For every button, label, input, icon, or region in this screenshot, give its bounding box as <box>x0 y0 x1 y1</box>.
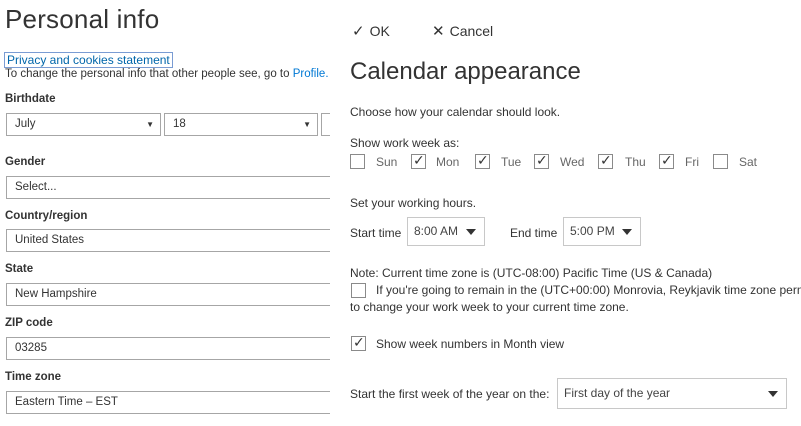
day-checkbox-thu[interactable]: ✓ <box>598 152 613 169</box>
day-checkbox-tue[interactable]: ✓ <box>475 152 490 169</box>
working-hours-label: Set your working hours. <box>350 196 477 210</box>
day-label-fri: Fri <box>685 155 699 169</box>
ok-button[interactable]: ✓ OK <box>352 22 390 40</box>
profile-link[interactable]: Profile. <box>293 68 329 80</box>
calendar-appearance-panel: ✓ OK ✕ Cancel Calendar appearance Choose h… <box>330 0 801 426</box>
chevron-down-icon <box>466 229 476 235</box>
privacy-link[interactable]: Privacy and cookies statement <box>4 52 173 68</box>
start-time-dropdown[interactable]: 8:00 AM <box>407 217 485 246</box>
timezone-value: Eastern Time – EST <box>15 396 118 408</box>
gender-label: Gender <box>5 156 46 168</box>
day-checkbox-wed[interactable]: ✓ <box>534 152 549 169</box>
end-time-dropdown[interactable]: 5:00 PM <box>563 217 641 246</box>
first-week-dropdown[interactable]: First day of the year <box>557 378 787 409</box>
remain-timezone-text: If you're going to remain in the (UTC+00… <box>376 283 801 297</box>
end-time-label: End time <box>510 226 558 240</box>
start-time-value: 8:00 AM <box>414 224 459 238</box>
timezone-select[interactable]: Eastern Time – EST <box>6 391 330 414</box>
first-week-label: Start the first week of the year on the: <box>350 387 550 401</box>
profile-info-text: To change the personal info that other p… <box>5 68 329 80</box>
end-time-value: 5:00 PM <box>570 224 615 238</box>
checkmark-icon: ✓ <box>352 23 365 40</box>
country-select[interactable]: United States <box>6 229 330 252</box>
section-subtitle: Choose how your calendar should look. <box>350 105 561 119</box>
checkmark-icon: ✓ <box>413 152 425 168</box>
remain-timezone-text-cont: to change your work week to your current… <box>350 300 629 314</box>
zip-input[interactable]: 03285 <box>6 337 330 360</box>
day-label-sun: Sun <box>376 155 398 169</box>
day-label-wed: Wed <box>560 155 585 169</box>
birth-year-select[interactable] <box>321 113 330 136</box>
birth-month-value: July <box>15 118 36 130</box>
start-time-label: Start time <box>350 226 402 240</box>
day-checkbox-fri[interactable]: ✓ <box>659 152 674 169</box>
checkmark-icon: ✓ <box>536 152 548 168</box>
timezone-note: Note: Current time zone is (UTC-08:00) P… <box>350 266 713 280</box>
ok-label: OK <box>369 23 390 39</box>
profile-info-label: To change the personal info that other p… <box>5 68 293 80</box>
close-icon: ✕ <box>432 23 445 40</box>
day-label-tue: Tue <box>501 155 522 169</box>
day-checkbox-sun[interactable] <box>350 154 365 169</box>
checkmark-icon: ✓ <box>661 152 673 168</box>
work-week-label: Show work week as: <box>350 136 460 150</box>
checkmark-icon: ✓ <box>477 152 489 168</box>
section-title: Calendar appearance <box>350 58 581 85</box>
day-label-sat: Sat <box>739 155 758 169</box>
chevron-down-icon <box>768 391 778 397</box>
cancel-label: Cancel <box>449 23 494 39</box>
remain-timezone-checkbox[interactable] <box>351 283 366 298</box>
cancel-button[interactable]: ✕ Cancel <box>432 22 493 40</box>
personal-info-panel: Personal info Privacy and cookies statem… <box>0 0 330 426</box>
country-value: United States <box>15 234 85 246</box>
zip-label: ZIP code <box>5 317 53 329</box>
page-title: Personal info <box>5 4 160 34</box>
checkmark-icon: ✓ <box>600 152 612 168</box>
week-numbers-label: Show week numbers in Month view <box>376 337 565 351</box>
gender-select[interactable]: Select... <box>6 176 330 199</box>
state-select[interactable]: New Hampshire <box>6 283 330 306</box>
week-numbers-checkbox[interactable]: ✓ <box>351 334 366 351</box>
chevron-down-icon <box>622 229 632 235</box>
birth-day-select[interactable]: 18 ▼ <box>164 113 318 136</box>
dropdown-arrow-icon: ▼ <box>146 120 154 129</box>
day-label-mon: Mon <box>436 155 460 169</box>
birthdate-label: Birthdate <box>5 93 56 105</box>
gender-value: Select... <box>15 181 57 193</box>
day-checkbox-mon[interactable]: ✓ <box>411 152 426 169</box>
birth-month-select[interactable]: July ▼ <box>6 113 161 136</box>
state-value: New Hampshire <box>15 288 97 300</box>
zip-value: 03285 <box>15 342 47 354</box>
timezone-label: Time zone <box>5 371 62 383</box>
country-label: Country/region <box>5 210 88 222</box>
checkmark-icon: ✓ <box>353 334 365 350</box>
dropdown-arrow-icon: ▼ <box>303 120 311 129</box>
first-week-value: First day of the year <box>564 386 671 400</box>
day-checkbox-sat[interactable] <box>713 154 728 169</box>
birth-day-value: 18 <box>173 118 186 130</box>
state-label: State <box>5 263 34 275</box>
day-label-thu: Thu <box>625 155 646 169</box>
